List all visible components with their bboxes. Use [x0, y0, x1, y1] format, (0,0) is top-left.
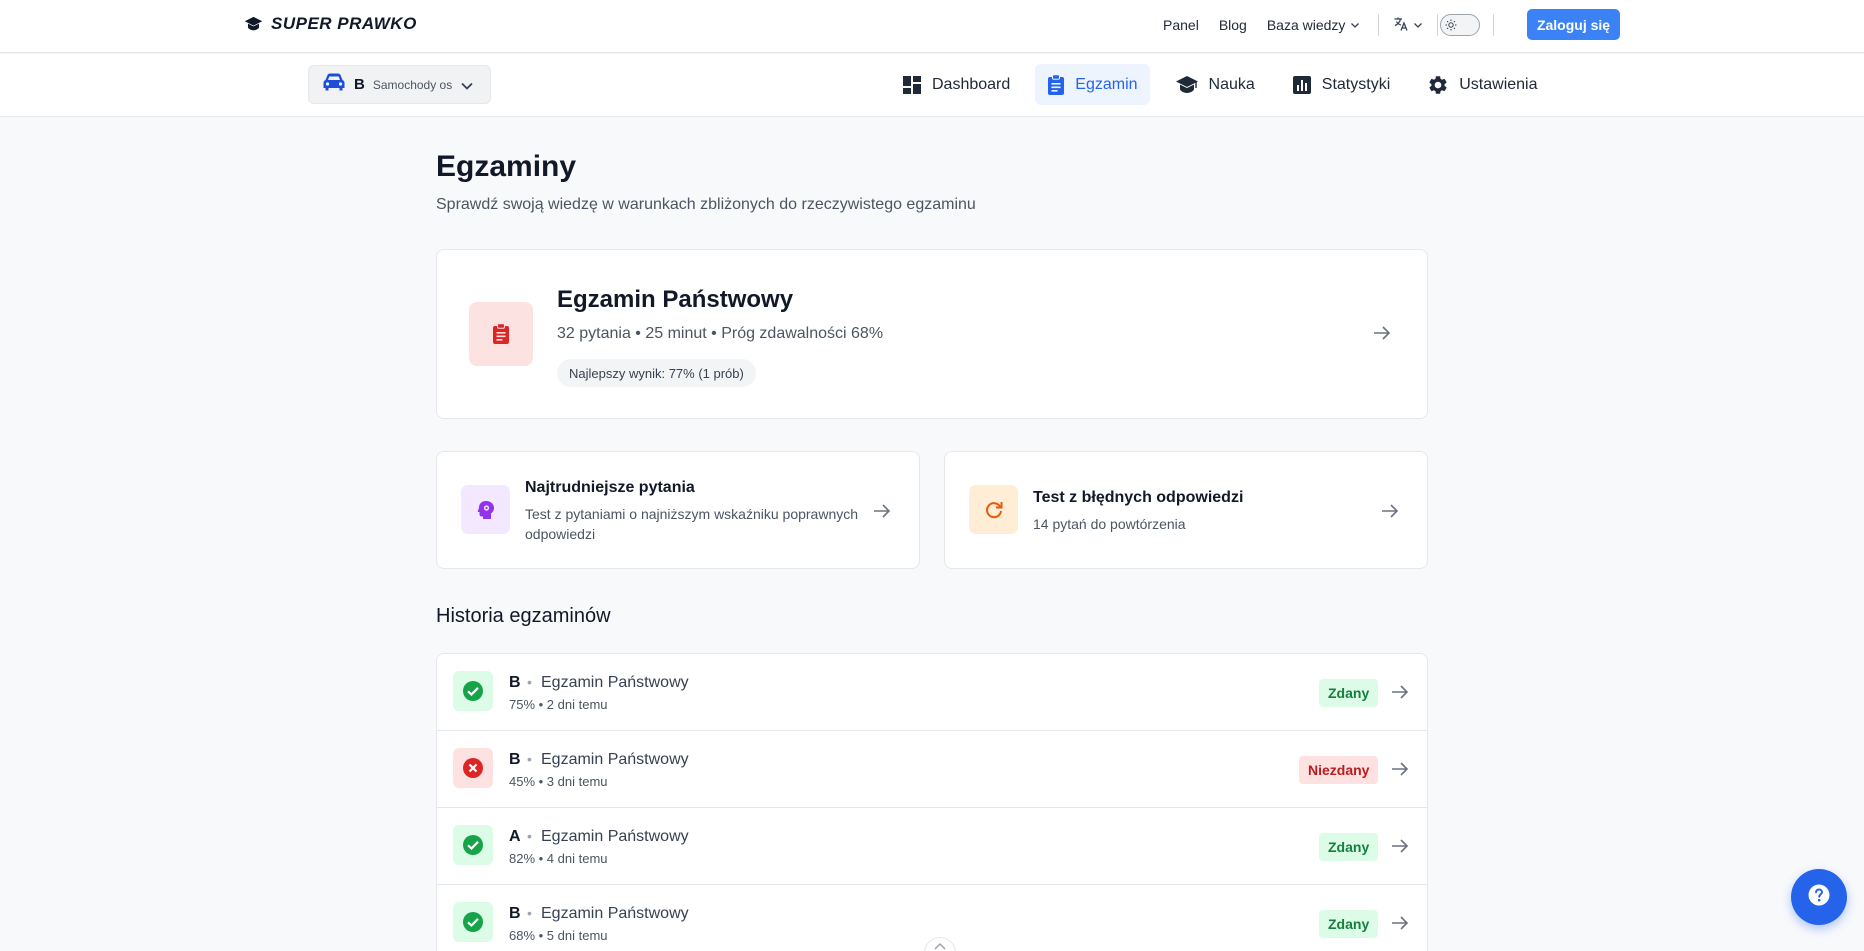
- category-selector[interactable]: B Samochody os: [308, 65, 491, 104]
- status-badge: Zdany: [1319, 679, 1379, 707]
- divider: [1437, 14, 1439, 36]
- best-score-badge: Najlepszy wynik: 77% (1 prób): [557, 359, 756, 387]
- car-icon: [323, 73, 345, 96]
- graduation-cap-icon: [1175, 75, 1199, 95]
- tab-ustawienia[interactable]: Ustawienia: [1415, 64, 1549, 105]
- history-category: B: [509, 751, 521, 768]
- tab-label: Dashboard: [932, 75, 1011, 93]
- hardest-desc-line2: odpowiedzi: [525, 526, 596, 542]
- exam-title: Egzamin Państwowy: [557, 286, 794, 313]
- sun-icon: [1444, 18, 1458, 32]
- history-exam-name: Egzamin Państwowy: [541, 674, 689, 691]
- chevron-down-icon: [460, 79, 474, 97]
- question-icon: [1807, 883, 1831, 912]
- arrow-right-icon: [1391, 761, 1409, 782]
- arrow-right-icon: [1391, 915, 1409, 936]
- tab-egzamin[interactable]: Egzamin: [1035, 64, 1150, 105]
- history-row[interactable]: A • Egzamin Państwowy 82% • 4 dni temu Z…: [437, 808, 1427, 885]
- tab-label: Egzamin: [1075, 75, 1138, 93]
- page-subtitle: Sprawdź swoją wiedzę w warunkach zbliżon…: [436, 196, 976, 213]
- history-category: B: [509, 674, 521, 691]
- history-exam-name: Egzamin Państwowy: [541, 828, 689, 845]
- history-score-date: 68% • 5 dni temu: [509, 928, 608, 943]
- arrow-right-icon: [1381, 503, 1399, 524]
- refresh-icon: [969, 485, 1018, 534]
- chevron-up-icon: [933, 938, 947, 951]
- separator-dot: •: [527, 905, 532, 921]
- page-title: Egzaminy: [436, 150, 577, 183]
- gear-icon: [1427, 74, 1449, 96]
- history-category: A: [509, 828, 521, 845]
- arrow-right-icon: [1391, 838, 1409, 859]
- category-letter: B: [354, 76, 365, 93]
- status-badge: Zdany: [1319, 833, 1379, 861]
- graduation-cap-icon: [244, 16, 263, 32]
- login-button[interactable]: Zaloguj się: [1527, 9, 1620, 40]
- top-bar: SUPER PRAWKO Panel Blog Baza wiedzy Zalo…: [0, 0, 1864, 53]
- tab-statystyki[interactable]: Statystyki: [1280, 64, 1402, 105]
- theme-toggle[interactable]: [1440, 14, 1481, 36]
- wrong-answers-title: Test z błędnych odpowiedzi: [1033, 489, 1244, 506]
- history-row[interactable]: B • Egzamin Państwowy 75% • 2 dni temu Z…: [437, 654, 1427, 731]
- help-button[interactable]: [1791, 869, 1847, 925]
- history-score-date: 82% • 4 dni temu: [509, 851, 608, 866]
- separator-dot: •: [527, 674, 532, 690]
- divider: [1378, 14, 1380, 36]
- status-badge: Niezdany: [1299, 756, 1379, 784]
- history-score-date: 45% • 3 dni temu: [509, 774, 608, 789]
- hardest-questions-card[interactable]: Najtrudniejsze pytania Test z pytaniami …: [436, 451, 920, 569]
- history-exam-name: Egzamin Państwowy: [541, 751, 689, 768]
- brain-icon: [461, 485, 510, 534]
- arrow-right-icon: [1373, 325, 1391, 346]
- nav-link-panel[interactable]: Panel: [1163, 17, 1199, 33]
- history-exam-name: Egzamin Państwowy: [541, 905, 689, 922]
- wrong-answers-card[interactable]: Test z błędnych odpowiedzi 14 pytań do p…: [944, 451, 1428, 569]
- tab-label: Ustawienia: [1459, 75, 1538, 93]
- clipboard-icon: [469, 302, 533, 366]
- bar-chart-icon: [1292, 75, 1312, 95]
- top-nav: Panel Blog Baza wiedzy: [1163, 14, 1495, 36]
- exam-meta: 32 pytania • 25 minut • Próg zdawalności…: [557, 325, 884, 342]
- logo-text: SUPER PRAWKO: [271, 14, 417, 33]
- separator-dot: •: [527, 828, 532, 844]
- tab-dashboard[interactable]: Dashboard: [890, 64, 1022, 105]
- history-category: B: [509, 905, 521, 922]
- check-circle-icon: [453, 825, 493, 865]
- chevron-down-icon: [1413, 17, 1423, 33]
- dashboard-icon: [902, 75, 922, 95]
- category-name: Samochody os: [372, 77, 453, 92]
- clipboard-icon: [1047, 73, 1065, 96]
- knowledge-base-dropdown[interactable]: Baza wiedzy: [1267, 17, 1361, 33]
- tab-label: Nauka: [1208, 75, 1255, 93]
- history-row[interactable]: B • Egzamin Państwowy 45% • 3 dni temu N…: [437, 731, 1427, 808]
- knowledge-base-label: Baza wiedzy: [1266, 17, 1346, 33]
- tab-label: Statystyki: [1321, 75, 1391, 93]
- translate-icon: [1393, 16, 1409, 35]
- separator-dot: •: [527, 751, 532, 767]
- main-nav-bar: B Samochody os Dashboard Egzamin Nauka S…: [0, 54, 1864, 117]
- tab-nauka[interactable]: Nauka: [1163, 64, 1267, 105]
- arrow-right-icon: [873, 503, 891, 524]
- exam-history-list: B • Egzamin Państwowy 75% • 2 dni temu Z…: [436, 653, 1428, 951]
- hardest-desc-line1: Test z pytaniami o najniższym wskaźniku …: [525, 506, 859, 522]
- check-circle-icon: [453, 671, 493, 711]
- nav-link-blog[interactable]: Blog: [1219, 17, 1247, 33]
- check-circle-icon: [453, 902, 493, 942]
- wrong-answers-desc: 14 pytań do powtórzenia: [1033, 516, 1186, 532]
- arrow-right-icon: [1391, 684, 1409, 705]
- language-selector[interactable]: [1393, 16, 1423, 35]
- logo[interactable]: SUPER PRAWKO: [244, 14, 417, 34]
- x-circle-icon: [453, 748, 493, 788]
- divider: [1493, 14, 1495, 36]
- history-score-date: 75% • 2 dni temu: [509, 697, 608, 712]
- state-exam-card[interactable]: Egzamin Państwowy 32 pytania • 25 minut …: [436, 249, 1428, 419]
- hardest-title: Najtrudniejsze pytania: [525, 479, 695, 496]
- main-nav: Dashboard Egzamin Nauka Statystyki Ustaw…: [890, 64, 1563, 105]
- chevron-down-icon: [1350, 17, 1360, 33]
- status-badge: Zdany: [1319, 910, 1379, 938]
- history-title: Historia egzaminów: [436, 605, 611, 627]
